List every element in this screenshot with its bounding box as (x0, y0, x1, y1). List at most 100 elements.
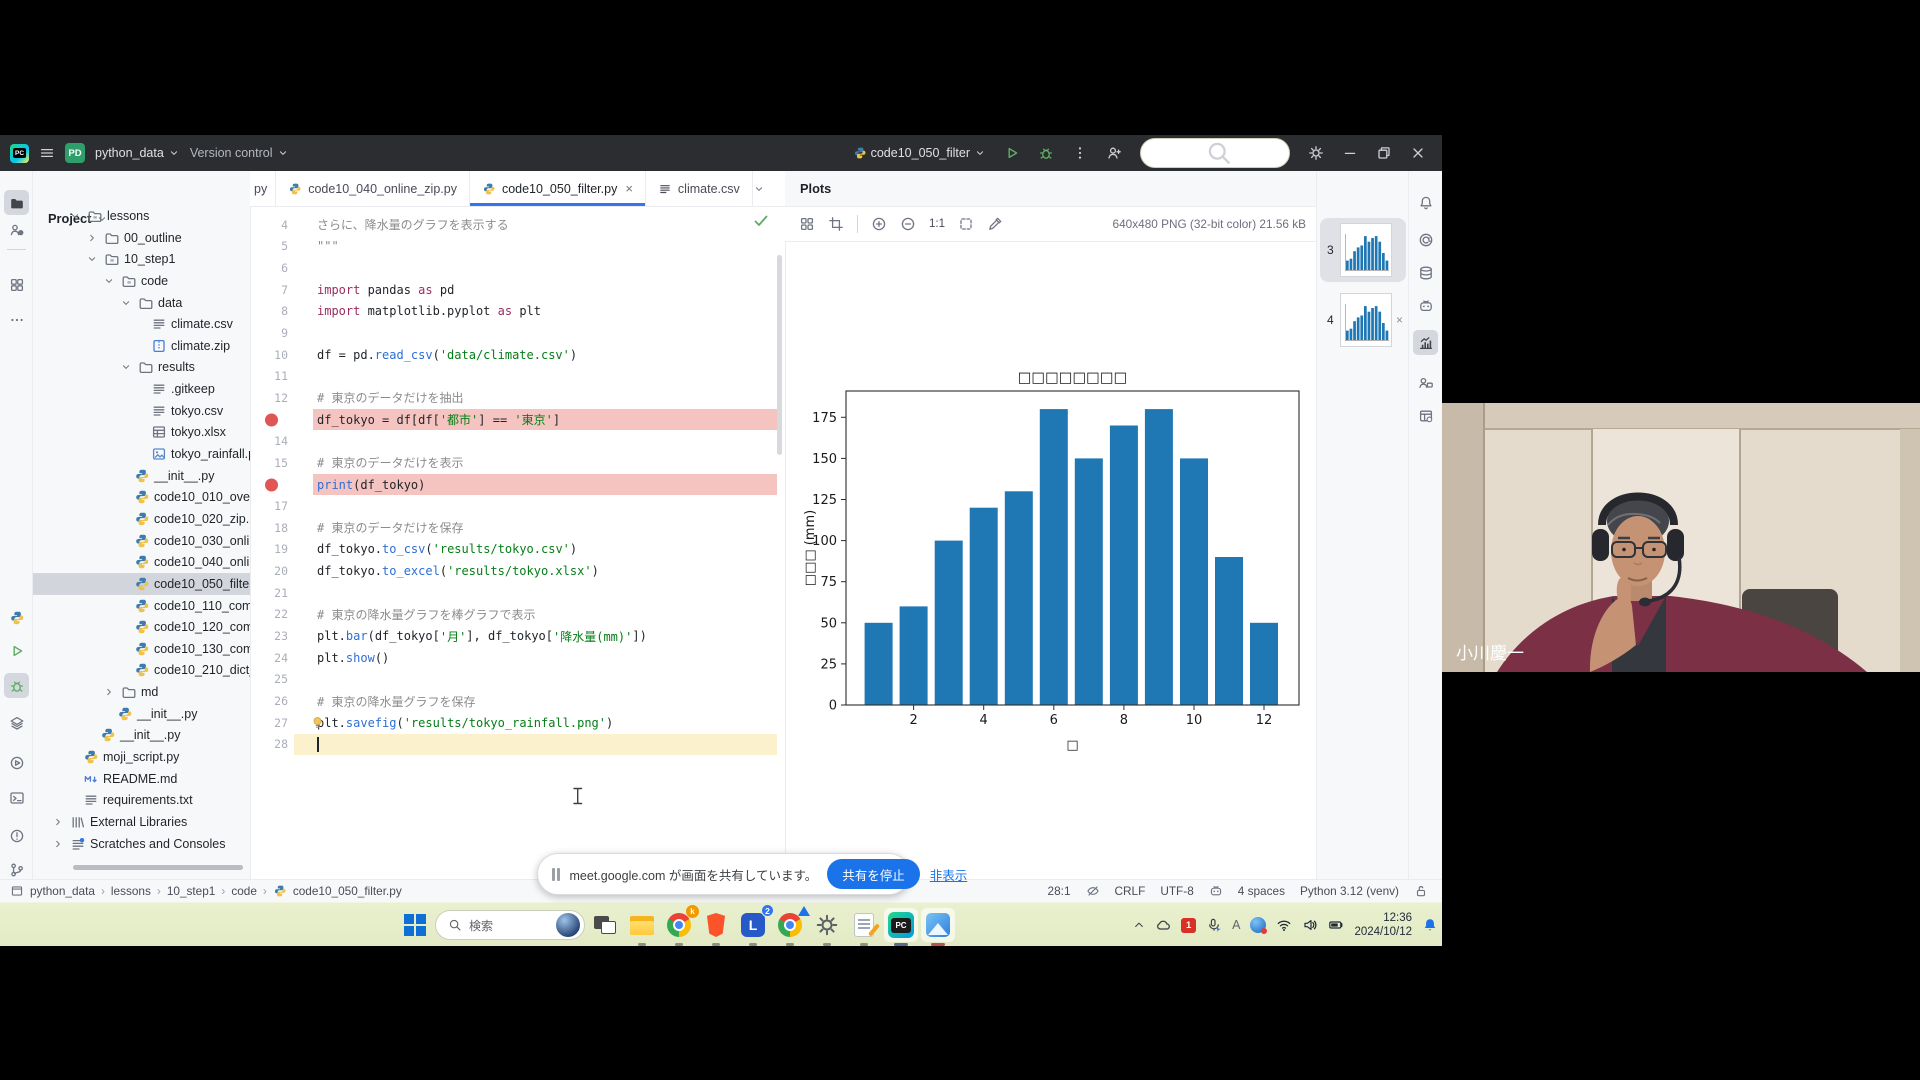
editor-tab-py[interactable]: py (250, 171, 276, 206)
editor-tab-code10_040_online_zip.py[interactable]: code10_040_online_zip.py (276, 171, 470, 206)
task-view-button[interactable] (588, 908, 622, 942)
settings-gear-icon[interactable] (1308, 145, 1324, 161)
plot-thumbnail-4[interactable]: 4× (1320, 288, 1406, 352)
hide-banner-link[interactable]: 非表示 (930, 865, 968, 884)
wifi-icon[interactable] (1276, 917, 1292, 933)
tree-item-code10_010_overview.py[interactable]: code10_010_overview.py (33, 487, 250, 509)
tree-item-__init__.py[interactable]: __init__.py (33, 725, 250, 747)
zoom-actual-size-button[interactable]: 1:1 (929, 218, 945, 230)
plot-thumbnail-3[interactable]: 3 (1320, 218, 1406, 282)
tree-item-10_step1[interactable]: 10_step1 (33, 248, 250, 270)
main-menu-icon[interactable] (39, 145, 55, 161)
python-interpreter[interactable]: Python 3.12 (venv) (1300, 884, 1399, 898)
tool-strip-vcs-users[interactable] (4, 217, 29, 242)
tool-strip-python[interactable] (4, 605, 29, 630)
selection-tool-icon[interactable] (958, 216, 974, 232)
drag-handle-icon[interactable] (552, 868, 560, 881)
volume-icon[interactable] (1302, 917, 1318, 933)
app-brave[interactable] (699, 908, 733, 942)
ime-indicator[interactable]: A (1232, 918, 1240, 932)
minimize-button[interactable] (1342, 145, 1358, 161)
file-encoding[interactable]: UTF-8 (1160, 884, 1193, 898)
tool-strip-bell[interactable] (1413, 190, 1438, 215)
tree-item-Scratches and Consoles[interactable]: Scratches and Consoles (33, 833, 250, 855)
search-everywhere-icon[interactable] (1140, 138, 1290, 168)
add-user-icon[interactable] (1106, 145, 1122, 161)
tool-strip-code-with-me[interactable] (1413, 370, 1438, 395)
debug-button[interactable] (1038, 145, 1054, 161)
more-options-icon[interactable] (1072, 145, 1088, 161)
taskbar-search-box[interactable]: 検索 (435, 910, 585, 940)
tree-item-README.md[interactable]: README.md (33, 768, 250, 790)
tray-expand-icon[interactable] (1133, 919, 1145, 931)
editor-tab-climate.csv[interactable]: climate.csv (646, 171, 753, 206)
tool-strip-sciview[interactable] (1413, 403, 1438, 428)
tree-item-md[interactable]: md (33, 681, 250, 703)
zoom-out-icon[interactable] (900, 216, 916, 232)
app-chrome-profile[interactable] (773, 908, 807, 942)
tree-item-code10_210_dict_and.py[interactable]: code10_210_dict_and.py (33, 660, 250, 682)
tree-item-.gitkeep[interactable]: .gitkeep (33, 378, 250, 400)
grid-view-icon[interactable] (799, 216, 815, 232)
restore-button[interactable] (1376, 145, 1392, 161)
tool-strip-more[interactable] (4, 307, 29, 332)
chevron-down-icon[interactable] (84, 253, 100, 265)
tool-strip-ai-assistant[interactable] (1413, 227, 1438, 252)
tool-strip-plots-chart[interactable] (1413, 330, 1438, 355)
close-button[interactable] (1410, 145, 1426, 161)
chevron-down-icon[interactable] (67, 210, 83, 222)
app-settings[interactable] (810, 908, 844, 942)
chevron-right-icon[interactable] (84, 232, 100, 244)
tool-strip-run[interactable] (4, 638, 29, 663)
code-editor[interactable]: 4さらに、降水量のグラフを表示する5"""67import pandas as … (250, 207, 785, 879)
tool-strip-services[interactable] (4, 750, 29, 775)
reader-mode-icon[interactable] (1086, 884, 1100, 898)
project-horizontal-scrollbar[interactable] (73, 865, 243, 870)
calendar-badge-icon[interactable]: 1 (1181, 918, 1196, 933)
chevron-right-icon[interactable] (101, 686, 117, 698)
lock-open-icon[interactable] (1414, 884, 1428, 898)
run-button[interactable] (1004, 145, 1020, 161)
app-chrome[interactable]: k (662, 908, 696, 942)
tool-strip-structure[interactable] (4, 272, 29, 297)
tree-item-code[interactable]: code (33, 270, 250, 292)
tool-strip-debug[interactable] (4, 673, 29, 698)
battery-icon[interactable] (1328, 917, 1344, 933)
tree-item-climate.zip[interactable]: climate.zip (33, 335, 250, 357)
breakpoint-icon[interactable] (265, 478, 278, 491)
tree-item-External Libraries[interactable]: External Libraries (33, 811, 250, 833)
breakpoint-icon[interactable] (265, 413, 278, 426)
tree-item-code10_120_compare.py[interactable]: code10_120_compare.py (33, 616, 250, 638)
tree-item-code10_050_filter.py[interactable]: code10_050_filter.py (33, 573, 250, 595)
tree-item-lessons[interactable]: lessons (33, 205, 250, 227)
start-button[interactable] (398, 908, 432, 942)
zoom-in-icon[interactable] (871, 216, 887, 232)
onedrive-icon[interactable] (1155, 917, 1171, 933)
notification-bell-icon[interactable] (1422, 917, 1438, 933)
tree-item-moji_script.py[interactable]: moji_script.py (33, 746, 250, 768)
eyedropper-icon[interactable] (987, 216, 1003, 232)
tree-item-requirements.txt[interactable]: requirements.txt (33, 789, 250, 811)
chevron-right-icon[interactable] (50, 816, 66, 828)
tree-item-tokyo_rainfall.png[interactable]: tokyo_rainfall.png (33, 443, 250, 465)
ai-status-icon[interactable] (1209, 884, 1223, 898)
breadcrumb-code10_050_filter.py[interactable]: code10_050_filter.py (293, 884, 402, 898)
crop-icon[interactable] (828, 216, 844, 232)
breadcrumb-lessons[interactable]: lessons (111, 884, 151, 898)
bing-daily-image[interactable] (556, 913, 580, 937)
tool-strip-layers[interactable] (4, 710, 29, 735)
tree-item-code10_130_compare.py[interactable]: code10_130_compare.py (33, 638, 250, 660)
tree-item-data[interactable]: data (33, 292, 250, 314)
tree-item-00_outline[interactable]: 00_outline (33, 227, 250, 249)
tree-item-code10_020_zip.py[interactable]: code10_020_zip.py (33, 508, 250, 530)
chevron-down-icon[interactable] (118, 297, 134, 309)
caret-position[interactable]: 28:1 (1048, 884, 1071, 898)
tree-item-code10_030_online_zip.py[interactable]: code10_030_online_zip.py (33, 530, 250, 552)
breadcrumb-10_step1[interactable]: 10_step1 (167, 884, 216, 898)
chevron-down-icon[interactable] (118, 361, 134, 373)
chevron-down-icon[interactable] (101, 275, 117, 287)
editor-tab-code10_050_filter.py[interactable]: code10_050_filter.py× (470, 171, 646, 206)
app-file-explorer[interactable] (625, 908, 659, 942)
taskbar-clock[interactable]: 12:36 2024/10/12 (1354, 911, 1412, 940)
hidden-tabs-icon[interactable] (753, 183, 765, 195)
